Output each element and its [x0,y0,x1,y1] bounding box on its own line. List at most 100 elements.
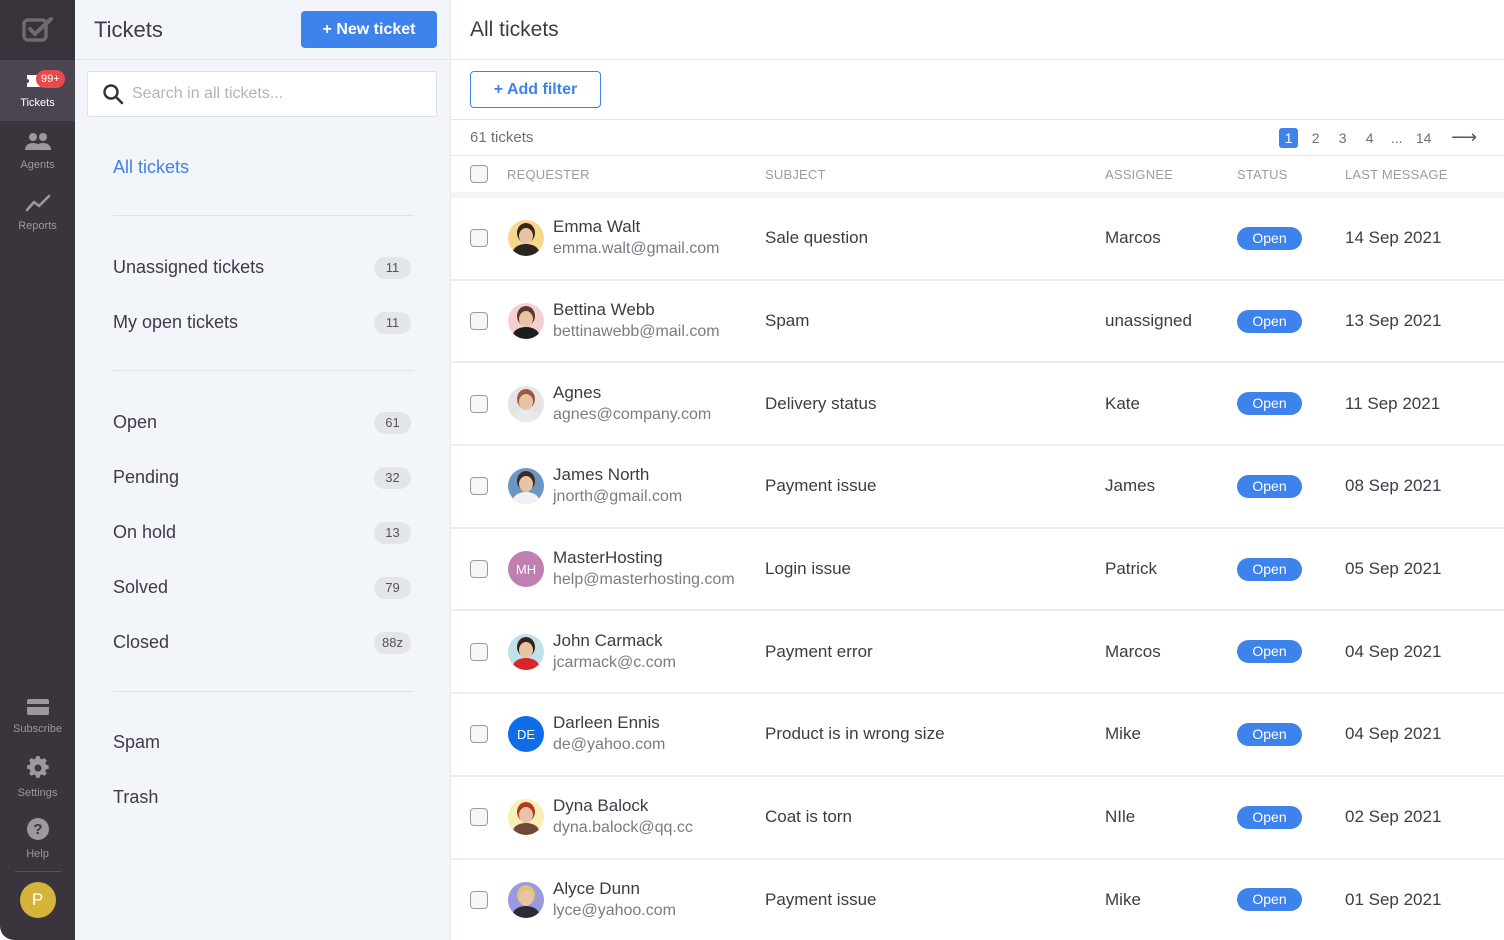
requester-name[interactable]: Alyce Dunn [553,878,676,900]
new-ticket-button[interactable]: + New ticket [301,11,437,48]
arrow-right-icon[interactable]: ⟶ [1451,127,1477,148]
row-checkbox[interactable] [470,229,488,248]
page-14[interactable]: 14 [1410,130,1437,146]
page-3[interactable]: 3 [1329,130,1356,146]
row-checkbox[interactable] [470,642,488,661]
nav-item-closed[interactable]: Closed 88z [113,615,411,670]
avatar [508,881,544,918]
table-row[interactable]: Bettina Webb bettinawebb@mail.com Spam u… [451,281,1504,364]
ticket-subject[interactable]: Spam [765,311,1105,331]
nav-item-label: Closed [113,632,170,652]
page-2[interactable]: 2 [1302,130,1329,146]
requester-name[interactable]: Agnes [553,382,711,404]
user-avatar[interactable]: P [19,882,56,918]
nav-item-label: My open tickets [113,312,239,332]
nav-item-on-hold[interactable]: On hold 13 [113,505,411,560]
rail-item-subscribe[interactable]: Subscribe [0,686,75,747]
nav-item-count: 13 [374,521,411,544]
ticket-subject[interactable]: Payment error [765,642,1105,662]
ticket-subject[interactable]: Login issue [765,559,1105,579]
rail-item-label: Help [26,848,49,860]
nav-item-solved[interactable]: Solved 79 [113,560,411,615]
column-header-subject[interactable]: SUBJECT [765,167,1105,182]
requester-email: lyce@yahoo.com [553,901,676,919]
requester-email: dyna.balock@qq.cc [553,819,693,837]
search-box[interactable] [87,71,437,117]
nav-item-unassigned-tickets[interactable]: Unassigned tickets 11 [113,240,411,295]
table-row[interactable]: John Carmack jcarmack@c.com Payment erro… [451,611,1504,695]
requester-name[interactable]: Emma Walt [553,216,720,238]
table-row[interactable]: James North jnorth@gmail.com Payment iss… [451,446,1504,529]
column-header-last-message[interactable]: LAST MESSAGE [1345,167,1504,182]
status-badge[interactable]: Open [1237,557,1302,581]
nav-item-open[interactable]: Open 61 [113,395,411,450]
status-badge[interactable]: Open [1237,722,1302,746]
row-checkbox[interactable] [470,725,488,744]
requester-name[interactable]: MasterHosting [553,547,735,569]
last-message-date: 14 Sep 2021 [1345,228,1442,248]
row-checkbox[interactable] [470,560,488,579]
requester-name[interactable]: Dyna Balock [553,795,693,817]
status-badge[interactable]: Open [1237,805,1302,829]
nav-item-my-open-tickets[interactable]: My open tickets 11 [113,295,411,350]
requester-name[interactable]: James North [553,464,682,486]
table-row[interactable]: Dyna Balock dyna.balock@qq.cc Coat is to… [451,777,1504,860]
row-checkbox[interactable] [470,394,488,413]
rail-item-reports[interactable]: Reports [0,182,75,243]
row-checkbox[interactable] [470,312,488,331]
rail-item-settings[interactable]: Settings [0,747,75,808]
rail-item-label: Subscribe [13,723,62,735]
sidebar-title: Tickets [94,16,163,42]
requester-name[interactable]: John Carmack [553,630,676,652]
search-input[interactable] [132,85,412,103]
ticket-subject[interactable]: Sale question [765,228,1105,248]
ticket-subject[interactable]: Payment issue [765,890,1105,910]
row-checkbox[interactable] [470,808,488,827]
ticket-count: 61 tickets [470,129,534,146]
requester-email: emma.walt@gmail.com [553,240,720,258]
table-row[interactable]: Emma Walt emma.walt@gmail.com Sale quest… [451,198,1504,281]
table-row[interactable]: Alyce Dunn lyce@yahoo.com Payment issue … [451,860,1504,940]
ticket-subject[interactable]: Payment issue [765,476,1105,496]
table-row[interactable]: DE Darleen Ennis de@yahoo.com Product is… [451,694,1504,777]
status-badge[interactable]: Open [1237,309,1302,333]
row-checkbox[interactable] [470,890,488,909]
nav-all-tickets[interactable]: All tickets [113,157,450,179]
requester-name[interactable]: Bettina Webb [553,299,720,321]
avatar [508,385,544,422]
requester-cell: Agnes agnes@company.com [507,382,765,426]
column-header-assignee[interactable]: ASSIGNEE [1105,167,1237,182]
page-1[interactable]: 1 [1279,127,1299,148]
table-row[interactable]: Agnes agnes@company.com Delivery status … [451,363,1504,447]
rail-item-agents[interactable]: Agents [0,121,75,182]
svg-text:?: ? [33,821,42,838]
pagination-ellipsis: ... [1390,129,1403,146]
ticket-subject[interactable]: Coat is torn [765,807,1105,827]
nav-item-spam[interactable]: Spam [113,715,411,770]
app-logo[interactable] [0,0,75,60]
table-row[interactable]: MH MasterHosting help@masterhosting.com … [451,529,1504,612]
requester-name[interactable]: Darleen Ennis [553,712,665,734]
rail-item-help[interactable]: ? Help [0,808,75,869]
nav-item-label: Open [113,412,158,432]
status-badge[interactable]: Open [1237,226,1302,250]
status-badge[interactable]: Open [1237,474,1302,498]
nav-item-label: Solved [113,577,169,597]
requester-email: bettinawebb@mail.com [553,323,720,341]
column-header-requester[interactable]: REQUESTER [507,167,765,182]
nav-item-label: Pending [113,467,180,487]
row-checkbox[interactable] [470,477,488,496]
status-badge[interactable]: Open [1237,392,1302,416]
requester-email: agnes@company.com [553,405,712,423]
status-badge[interactable]: Open [1237,640,1302,664]
rail-item-tickets[interactable]: 99+ Tickets [0,60,75,121]
column-header-status[interactable]: STATUS [1237,167,1345,182]
page-4[interactable]: 4 [1356,130,1383,146]
nav-item-pending[interactable]: Pending 32 [113,450,411,505]
nav-item-trash[interactable]: Trash [113,770,411,825]
add-filter-button[interactable]: + Add filter [470,71,601,108]
select-all-checkbox[interactable] [470,165,488,183]
status-badge[interactable]: Open [1237,888,1302,912]
ticket-subject[interactable]: Product is in wrong size [765,724,1105,744]
ticket-subject[interactable]: Delivery status [765,394,1105,414]
